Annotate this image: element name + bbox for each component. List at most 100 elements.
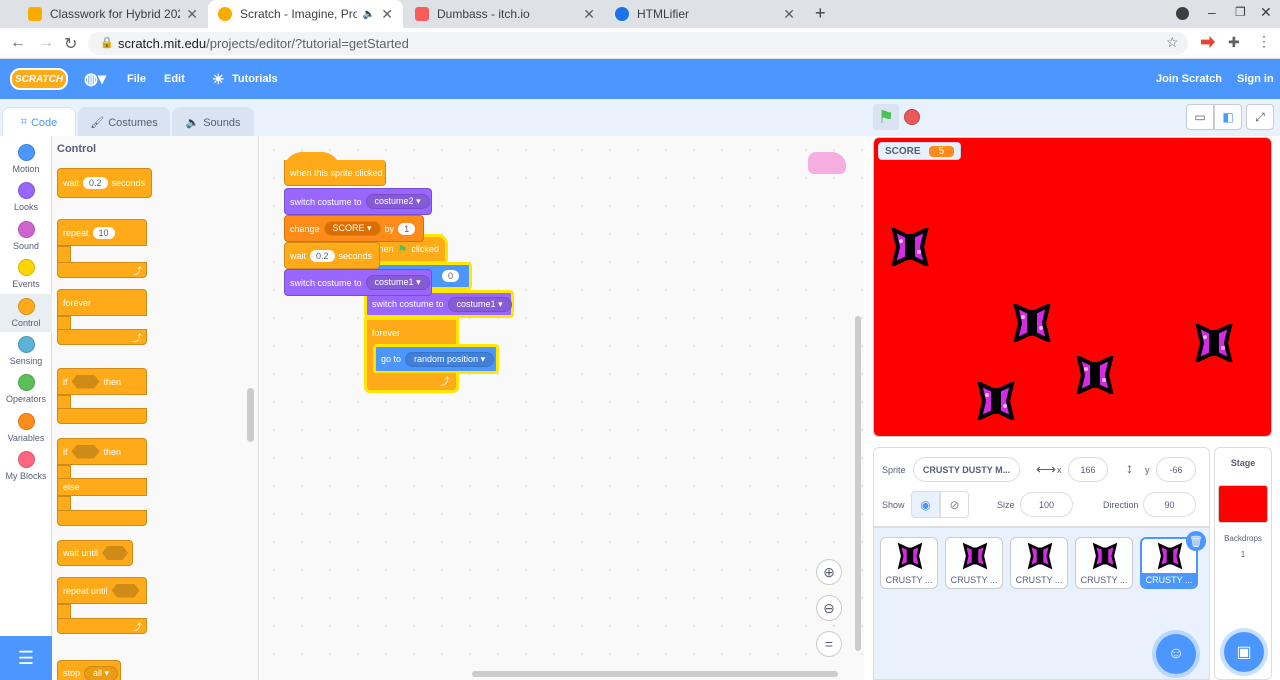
condition-slot[interactable] xyxy=(71,444,100,459)
stage-canvas[interactable]: SCORE 5 xyxy=(873,137,1272,437)
sprite-name-input[interactable]: CRUSTY DUSTY M... xyxy=(913,457,1020,482)
show-hidden-button[interactable]: ⊘ xyxy=(940,491,969,518)
condition-slot[interactable] xyxy=(111,583,140,598)
butterfly-sprite[interactable] xyxy=(1194,324,1234,362)
butterfly-sprite[interactable] xyxy=(976,382,1016,420)
tutorials-menu[interactable]: Tutorials xyxy=(232,59,278,99)
condition-slot[interactable] xyxy=(71,374,100,389)
new-tab-button[interactable]: + xyxy=(815,3,826,24)
category-motion[interactable]: Motion xyxy=(0,140,52,178)
edit-menu[interactable]: Edit xyxy=(164,59,185,99)
costume-dropdown[interactable]: costume2 ▾ xyxy=(365,194,430,209)
stop-button[interactable] xyxy=(904,109,920,125)
wait-block[interactable]: wait 0.2 seconds xyxy=(284,242,380,269)
extensions-puzzle-icon[interactable]: ✚ xyxy=(1228,34,1240,51)
category-variables[interactable]: Variables xyxy=(0,409,52,447)
category-control[interactable]: Control xyxy=(0,294,52,332)
speaker-icon[interactable]: 🔈 xyxy=(363,9,375,20)
sprite-tile[interactable]: CRUSTY ... xyxy=(1075,537,1133,589)
change-score-block[interactable]: change SCORE ▾ by 1 xyxy=(284,215,424,242)
wait-input[interactable]: 0.2 xyxy=(83,177,108,189)
category-looks[interactable]: Looks xyxy=(0,178,52,216)
score-monitor[interactable]: SCORE 5 xyxy=(878,142,962,160)
add-extension-button[interactable]: ☰ xyxy=(0,636,52,680)
variable-dropdown[interactable]: SCORE ▾ xyxy=(323,221,381,236)
scratch-logo[interactable]: SCRATCH xyxy=(10,68,68,90)
sprite-tile[interactable]: CRUSTY ... xyxy=(945,537,1003,589)
show-visible-button[interactable]: ◉ xyxy=(911,491,940,518)
category-sound[interactable]: Sound xyxy=(0,217,52,255)
palette-wait-block[interactable]: wait 0.2 seconds xyxy=(57,168,152,198)
costume-dropdown[interactable]: costume1 ▾ xyxy=(365,275,430,290)
set-value-input[interactable]: 0 xyxy=(442,270,460,282)
palette-if-then-block[interactable]: if then xyxy=(57,368,147,395)
butterfly-sprite[interactable] xyxy=(1075,356,1115,394)
close-tab-icon[interactable]: ✕ xyxy=(186,6,198,23)
large-stage-button[interactable]: ◧ xyxy=(1214,104,1242,130)
palette-if-else-block[interactable]: if then xyxy=(57,438,147,465)
forever-block[interactable]: forever xyxy=(364,317,459,345)
small-stage-button[interactable]: ▭ xyxy=(1186,104,1214,130)
category-events[interactable]: Events xyxy=(0,255,52,293)
stop-dropdown[interactable]: all ▾ xyxy=(84,665,119,680)
close-tab-icon[interactable]: ✕ xyxy=(381,6,393,23)
close-tab-icon[interactable]: ✕ xyxy=(583,6,595,23)
tab-code[interactable]: ⌗ Code xyxy=(2,107,76,137)
tab-sounds[interactable]: 🔈 Sounds xyxy=(172,107,254,137)
size-input[interactable]: 100 xyxy=(1020,492,1073,517)
palette-wait-until-block[interactable]: wait until xyxy=(57,540,133,566)
language-globe-icon[interactable]: ◍▾ xyxy=(84,59,106,99)
category-sensing[interactable]: Sensing xyxy=(0,332,52,370)
palette-forever-block[interactable]: forever xyxy=(57,289,147,316)
script-workspace[interactable]: when ⚑ clicked 0 switch costume to costume1… xyxy=(260,136,864,680)
sprite-tile[interactable]: CRUSTY ... xyxy=(880,537,938,589)
close-tab-icon[interactable]: ✕ xyxy=(783,6,795,23)
go-to-dropdown[interactable]: random position ▾ xyxy=(405,351,495,367)
zoom-out-button[interactable]: ⊖ xyxy=(816,595,842,621)
browser-tab-itchio[interactable]: Dumbass - itch.io ✕ xyxy=(405,0,605,28)
browser-tab-scratch[interactable]: Scratch - Imagine, Program, Share 🔈 ✕ xyxy=(208,0,403,28)
change-by-input[interactable]: 1 xyxy=(398,222,416,235)
choose-sprite-button[interactable]: ☺ xyxy=(1156,634,1196,674)
butterfly-sprite[interactable] xyxy=(890,228,930,266)
forward-icon[interactable]: → xyxy=(38,34,54,52)
browser-menu-icon[interactable]: ⋮ xyxy=(1257,33,1271,50)
back-icon[interactable]: ← xyxy=(10,34,26,52)
palette-repeat-block[interactable]: repeat 10 xyxy=(57,219,147,246)
tab-costumes[interactable]: 🖌 Costumes xyxy=(78,107,170,137)
url-field[interactable]: 🔒 scratch.mit.edu/projects/editor/?tutor… xyxy=(88,32,1188,55)
browser-tab-classwork[interactable]: Classwork for Hybrid 2021 Mrs. F ✕ xyxy=(18,0,208,28)
delete-sprite-icon[interactable]: 🗑 xyxy=(1186,531,1206,551)
wait-input[interactable]: 0.2 xyxy=(310,249,335,262)
repeat-input[interactable]: 10 xyxy=(92,226,115,239)
minimize-icon[interactable]: – xyxy=(1208,4,1216,20)
palette-scrollbar[interactable] xyxy=(247,388,254,442)
zoom-reset-button[interactable]: = xyxy=(816,631,842,657)
category-operators[interactable]: Operators xyxy=(0,370,52,408)
green-flag-button[interactable]: ⚑ xyxy=(873,104,899,130)
sign-in-link[interactable]: Sign in xyxy=(1237,59,1274,99)
x-input[interactable]: 166 xyxy=(1068,457,1108,482)
browser-tab-htmlifier[interactable]: HTMLifier ✕ xyxy=(605,0,805,28)
fullscreen-button[interactable]: ⤢ xyxy=(1246,104,1274,130)
costume-dropdown[interactable]: costume1 ▾ xyxy=(447,296,512,312)
file-menu[interactable]: File xyxy=(127,59,146,99)
reload-icon[interactable]: ↻ xyxy=(64,34,77,54)
bookmark-star-icon[interactable]: ☆ xyxy=(1166,34,1179,51)
zoom-in-button[interactable]: ⊕ xyxy=(816,559,842,585)
close-window-icon[interactable]: ✕ xyxy=(1260,4,1272,21)
butterfly-sprite[interactable] xyxy=(1012,304,1052,342)
choose-backdrop-button[interactable]: ▣ xyxy=(1224,632,1264,672)
restore-icon[interactable]: ❐ xyxy=(1235,5,1246,19)
switch-costume-block[interactable]: switch costume to costume2 ▾ xyxy=(284,188,432,215)
sprite-tile[interactable]: CRUSTY ... xyxy=(1010,537,1068,589)
y-input[interactable]: -66 xyxy=(1156,457,1196,482)
go-to-block[interactable]: go to random position ▾ xyxy=(373,344,499,374)
workspace-horizontal-scrollbar[interactable] xyxy=(472,671,838,677)
condition-slot[interactable] xyxy=(102,546,128,560)
join-scratch-link[interactable]: Join Scratch xyxy=(1156,59,1222,99)
tab-search-icon[interactable] xyxy=(1176,7,1189,20)
when-sprite-clicked-block[interactable]: when this sprite clicked xyxy=(284,160,386,186)
category-my-blocks[interactable]: My Blocks xyxy=(0,447,52,485)
switch-costume-block-3[interactable]: switch costume to costume1 ▾ xyxy=(284,269,432,296)
